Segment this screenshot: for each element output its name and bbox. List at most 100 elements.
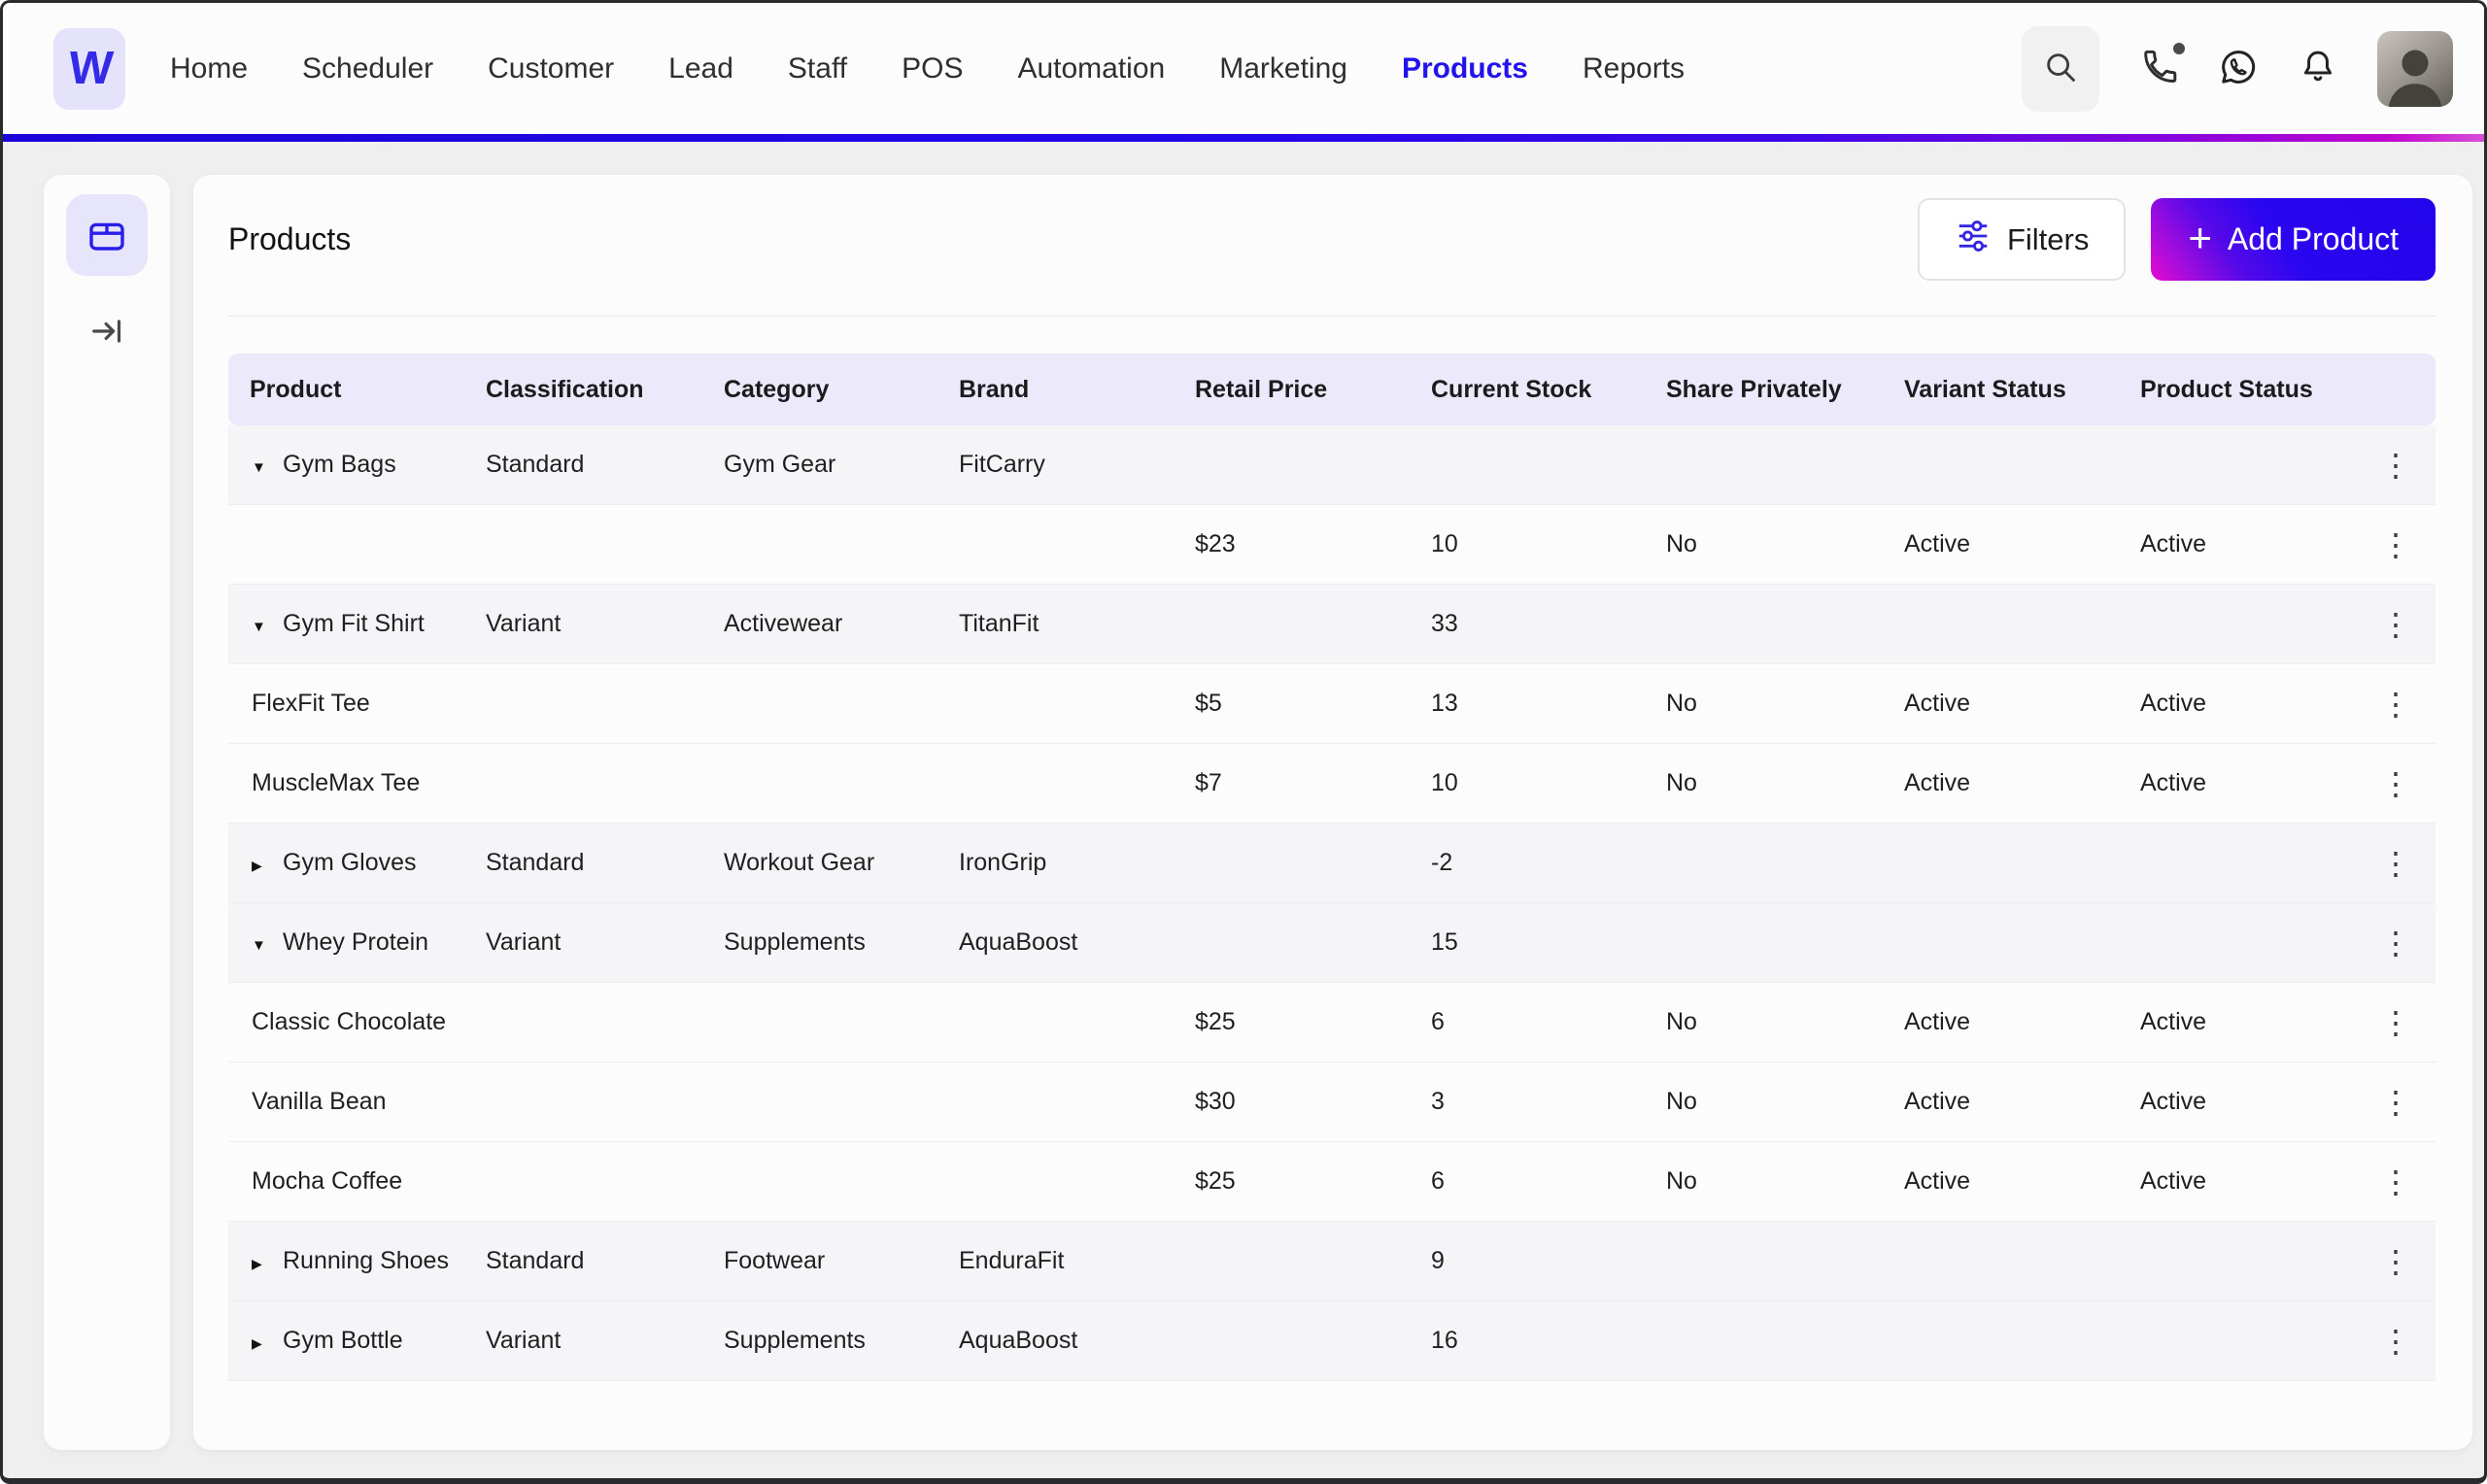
phone-notification-dot (2173, 43, 2185, 54)
notifications-button[interactable] (2298, 47, 2338, 90)
filters-button-label: Filters (2007, 222, 2089, 257)
kebab-menu-icon[interactable] (2370, 446, 2419, 485)
retail-price-cell: $7 (1174, 769, 1410, 797)
product-name-cell: Running Shoes (228, 1247, 464, 1275)
expand-caret-icon[interactable] (252, 1327, 273, 1355)
retail-price-cell: $23 (1174, 530, 1410, 558)
header-divider (228, 316, 2436, 317)
classification-cell: Variant (464, 1327, 702, 1355)
product-name-cell: Vanilla Bean (228, 1088, 464, 1116)
table-row[interactable]: Gym Bags Standard Gym Gear FitCarry (228, 425, 2436, 505)
products-table: Product Classification Category Brand Re… (228, 354, 2436, 1381)
nav-item[interactable]: Reports (1583, 52, 1685, 85)
share-privately-cell: No (1645, 1167, 1883, 1196)
phone-icon (2138, 47, 2179, 90)
nav-item[interactable]: POS (902, 52, 963, 85)
share-privately-cell: No (1645, 690, 1883, 718)
table-row[interactable]: Whey Protein Variant Supplements AquaBoo… (228, 903, 2436, 983)
kebab-menu-icon[interactable] (2370, 525, 2419, 564)
table-row[interactable]: Gym Fit Shirt Variant Activewear TitanFi… (228, 585, 2436, 664)
expand-caret-icon[interactable] (252, 451, 273, 479)
product-name-cell: Mocha Coffee (228, 1167, 464, 1196)
kebab-menu-icon[interactable] (2370, 1242, 2419, 1281)
kebab-menu-icon[interactable] (2370, 1163, 2419, 1201)
nav-gradient-divider (3, 134, 2484, 142)
product-name-cell: Gym Bags (228, 451, 464, 479)
brand-cell: EnduraFit (937, 1247, 1174, 1275)
add-product-button[interactable]: + Add Product (2151, 198, 2436, 281)
share-privately-cell: No (1645, 1088, 1883, 1116)
classification-cell: Standard (464, 451, 702, 479)
nav-item[interactable]: Products (1402, 52, 1528, 85)
category-cell: Supplements (702, 1327, 937, 1355)
search-icon (2042, 49, 2079, 88)
filters-button[interactable]: Filters (1918, 198, 2126, 281)
brand-cell: AquaBoost (937, 928, 1174, 957)
search-button[interactable] (2022, 26, 2099, 112)
kebab-menu-icon[interactable] (2370, 685, 2419, 724)
table-row[interactable]: Gym Bottle Variant Supplements AquaBoost… (228, 1301, 2436, 1381)
kebab-menu-icon[interactable] (2370, 1322, 2419, 1361)
table-row[interactable]: Mocha Coffee $25 6 No Active Active (228, 1142, 2436, 1222)
row-actions-cell (2354, 844, 2436, 883)
sidebar-expand-button[interactable] (82, 311, 132, 354)
nav-item[interactable]: Staff (788, 52, 847, 85)
row-actions-cell (2354, 1242, 2436, 1281)
nav-item[interactable]: Customer (488, 52, 614, 85)
expand-caret-icon[interactable] (252, 849, 273, 877)
nav-item[interactable]: Marketing (1219, 52, 1347, 85)
current-stock-cell: 3 (1410, 1088, 1645, 1116)
row-actions-cell (2354, 605, 2436, 644)
product-status-cell: Active (2119, 530, 2354, 558)
brand-cell: TitanFit (937, 610, 1174, 638)
kebab-menu-icon[interactable] (2370, 605, 2419, 644)
table-row[interactable]: Gym Gloves Standard Workout Gear IronGri… (228, 824, 2436, 903)
classification-cell: Standard (464, 849, 702, 877)
product-status-cell: Active (2119, 1008, 2354, 1036)
variant-status-cell: Active (1883, 1167, 2119, 1196)
column-header: Retail Price (1174, 376, 1410, 404)
expand-caret-icon[interactable] (252, 610, 273, 638)
whatsapp-button[interactable] (2218, 47, 2259, 90)
product-name: Running Shoes (283, 1247, 449, 1275)
phone-button[interactable] (2138, 47, 2179, 90)
nav-item[interactable]: Scheduler (302, 52, 433, 85)
current-stock-cell: 33 (1410, 610, 1645, 638)
current-stock-cell: 10 (1410, 769, 1645, 797)
sidebar-item-products[interactable] (66, 194, 148, 276)
user-avatar[interactable] (2377, 31, 2453, 107)
column-header: Brand (937, 376, 1174, 404)
product-name-cell: Gym Fit Shirt (228, 610, 464, 638)
column-header: Share Privately (1645, 376, 1883, 404)
product-name: Mocha Coffee (252, 1167, 402, 1196)
table-row[interactable]: Vanilla Bean $30 3 No Active Active (228, 1062, 2436, 1142)
kebab-menu-icon[interactable] (2370, 1083, 2419, 1122)
kebab-menu-icon[interactable] (2370, 924, 2419, 962)
nav-item[interactable]: Lead (668, 52, 733, 85)
table-row[interactable]: Classic Chocolate $25 6 No Active Active (228, 983, 2436, 1062)
whatsapp-icon (2218, 47, 2259, 90)
nav-item[interactable]: Automation (1017, 52, 1165, 85)
table-row[interactable]: FlexFit Tee $5 13 No Active Active (228, 664, 2436, 744)
kebab-menu-icon[interactable] (2370, 764, 2419, 803)
table-row[interactable]: Running Shoes Standard Footwear EnduraFi… (228, 1222, 2436, 1301)
page-title: Products (228, 221, 351, 257)
table-row[interactable]: $23 10 No Active Active (228, 505, 2436, 585)
kebab-menu-icon[interactable] (2370, 1003, 2419, 1042)
expand-caret-icon[interactable] (252, 1247, 273, 1275)
row-actions-cell (2354, 764, 2436, 803)
brand-logo[interactable]: W (53, 28, 125, 110)
expand-caret-icon[interactable] (252, 928, 273, 957)
share-privately-cell: No (1645, 1008, 1883, 1036)
current-stock-cell: 6 (1410, 1008, 1645, 1036)
nav-actions (2022, 26, 2453, 112)
product-status-cell: Active (2119, 1088, 2354, 1116)
kebab-menu-icon[interactable] (2370, 844, 2419, 883)
nav-item[interactable]: Home (170, 52, 248, 85)
current-stock-cell: -2 (1410, 849, 1645, 877)
table-row[interactable]: MuscleMax Tee $7 10 No Active Active (228, 744, 2436, 824)
current-stock-cell: 15 (1410, 928, 1645, 957)
panel-header: Products Filters + Add Product (193, 175, 2472, 281)
category-cell: Supplements (702, 928, 937, 957)
column-header: Current Stock (1410, 376, 1645, 404)
